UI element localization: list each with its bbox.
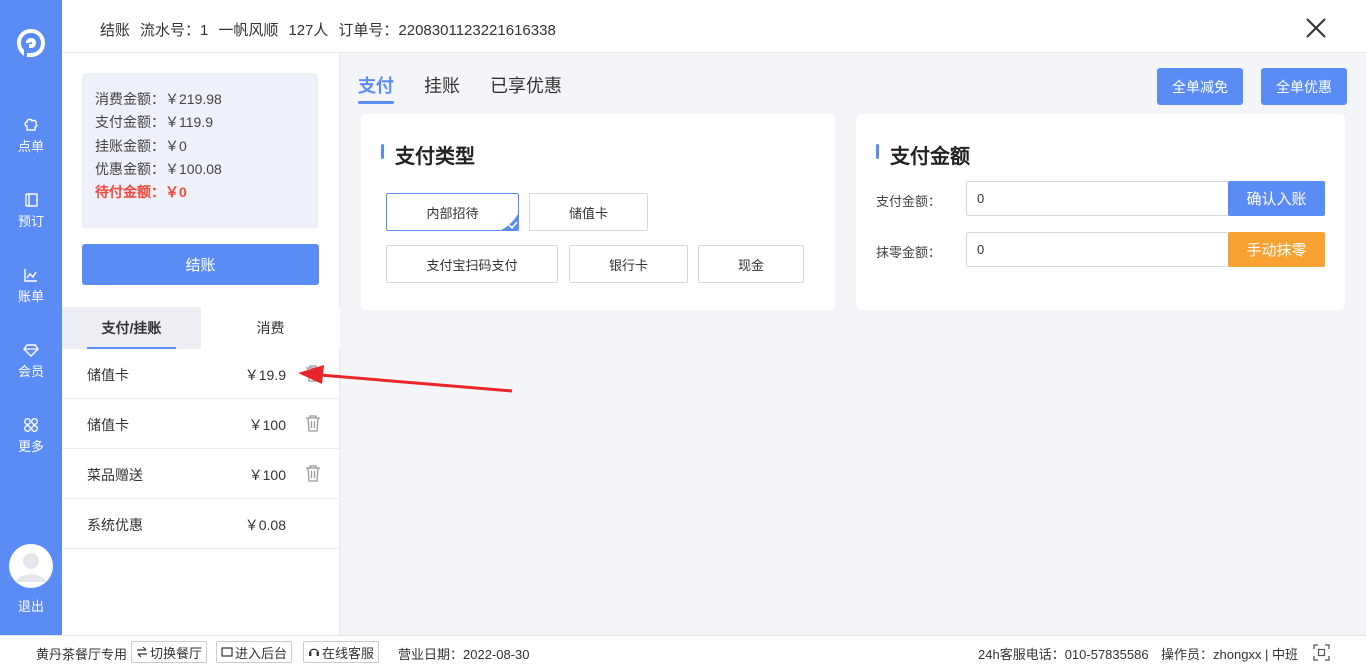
status-bar: 黄丹茶餐厅专用 切换餐厅 进入后台 在线客服 营业日期：2022-08-30 2… xyxy=(0,635,1366,667)
switch-restaurant-label: 切换餐厅 xyxy=(150,645,203,661)
payment-name: 菜品赠送 xyxy=(87,467,143,483)
fullscreen-icon[interactable] xyxy=(1313,644,1330,661)
book-icon xyxy=(25,193,38,207)
close-icon[interactable] xyxy=(1304,16,1328,40)
operator-info: 操作员：zhongxx | 中班 xyxy=(1161,647,1299,662)
checkout-button[interactable]: 结账 xyxy=(82,244,319,285)
table-name: 一帆风顺 xyxy=(218,22,279,39)
pay-option-label: 储值卡 xyxy=(568,205,608,221)
left-panel: 消费金额：￥219.98 支付金额：￥119.9 挂账金额：￥0 优惠金额：￥1… xyxy=(62,53,340,635)
due-amount: 待付金额：￥0 xyxy=(95,184,187,201)
top-bar: 结账 流水号：1 一帆风顺 127人 订单号：22083011232216163… xyxy=(62,0,1366,53)
online-service-label: 在线客服 xyxy=(322,645,375,661)
pay-option-label: 支付宝扫码支付 xyxy=(426,257,518,273)
chef-hat-icon xyxy=(24,118,38,131)
pay-option-alipay[interactable]: 支付宝扫码支付 xyxy=(386,245,558,283)
pay-option-internal[interactable]: 内部招待 xyxy=(386,193,519,231)
business-date: 营业日期：2022-08-30 xyxy=(398,647,530,662)
trash-icon[interactable] xyxy=(304,463,322,483)
confirm-entry-button[interactable]: 确认入账 xyxy=(1228,181,1325,216)
payment-name: 储值卡 xyxy=(87,417,129,433)
serial-number: 流水号：1 xyxy=(140,22,209,39)
swap-icon xyxy=(137,646,147,658)
tab-applied-discounts[interactable]: 已享优惠 xyxy=(490,72,562,104)
nav-label: 会员 xyxy=(17,364,44,379)
grid-icon xyxy=(24,418,38,432)
diamond-icon xyxy=(23,344,39,357)
order-number: 订单号：2208301123221616338 xyxy=(338,22,556,39)
payment-amount: ￥0.08 xyxy=(244,517,286,533)
amount-summary: 消费金额：￥219.98 支付金额：￥119.9 挂账金额：￥0 优惠金额：￥1… xyxy=(82,73,318,228)
dialog-title: 结账 xyxy=(100,22,131,39)
enter-backend-button[interactable]: 进入后台 xyxy=(216,641,293,663)
headset-icon xyxy=(309,648,319,656)
payment-type-title: 支付类型 xyxy=(381,140,475,169)
side-nav: 点单 预订 账单 会员 更多 退出 xyxy=(0,0,62,635)
check-corner-icon xyxy=(501,213,518,230)
order-info: 结账 流水号：1 一帆风顺 127人 订单号：22083011232216163… xyxy=(100,19,566,40)
payment-amount: ￥19.9 xyxy=(244,367,286,383)
payment-amount: ￥100 xyxy=(248,467,286,483)
logout-button[interactable]: 退出 xyxy=(0,596,62,615)
payment-amount-card: 支付金额 支付金额： 确认入账 抹零金额： 手动抹零 xyxy=(856,114,1345,310)
payment-amount-title: 支付金额 xyxy=(876,140,970,169)
enter-backend-label: 进入后台 xyxy=(235,645,288,661)
payment-name: 储值卡 xyxy=(87,367,129,383)
avatar[interactable] xyxy=(9,544,53,588)
amount-input[interactable] xyxy=(966,181,1229,216)
nav-item-more[interactable]: 更多 xyxy=(0,408,62,464)
pay-option-label: 现金 xyxy=(737,257,764,273)
amount-label: 支付金额： xyxy=(876,194,942,209)
nav-item-member[interactable]: 会员 xyxy=(0,333,62,389)
main-tabs: 支付 挂账 已享优惠 xyxy=(358,72,592,104)
consume-amount: 消费金额：￥219.98 xyxy=(95,91,222,107)
user-avatar-icon xyxy=(16,553,46,582)
tab-pay[interactable]: 支付 xyxy=(358,72,394,104)
payment-amount: ￥100 xyxy=(248,417,286,433)
nav-label: 预订 xyxy=(17,214,44,229)
payment-row: 菜品赠送 ￥100 xyxy=(62,449,340,499)
payment-name: 系统优惠 xyxy=(87,517,143,533)
trash-icon[interactable] xyxy=(304,413,322,433)
discount-amount: 优惠金额：￥100.08 xyxy=(95,160,222,177)
credit-amount: 挂账金额：￥0 xyxy=(95,137,187,154)
tab-credit[interactable]: 挂账 xyxy=(424,72,460,104)
app-logo-icon xyxy=(17,29,45,57)
nav-item-bill[interactable]: 账单 xyxy=(0,258,62,314)
pay-option-stored-card[interactable]: 储值卡 xyxy=(529,193,648,231)
nav-label: 账单 xyxy=(17,289,44,304)
pay-option-label: 银行卡 xyxy=(608,257,648,273)
payment-type-card: 支付类型 内部招待 储值卡 支付宝扫码支付 银行卡 现金 xyxy=(361,114,835,310)
hotline: 24h客服电话：010-57835586 xyxy=(978,647,1149,662)
nav-item-reserve[interactable]: 预订 xyxy=(0,183,62,239)
pay-option-bank-card[interactable]: 银行卡 xyxy=(569,245,688,283)
tab-consumption[interactable]: 消费 xyxy=(201,307,340,349)
manual-round-off-button[interactable]: 手动抹零 xyxy=(1228,232,1325,267)
chart-icon xyxy=(24,269,37,282)
round-off-label: 抹零金额： xyxy=(876,245,942,260)
nav-item-order[interactable]: 点单 xyxy=(0,108,62,164)
paid-amount: 支付金额：￥119.9 xyxy=(95,114,213,131)
nav-label: 更多 xyxy=(17,439,44,454)
online-service-button[interactable]: 在线客服 xyxy=(303,641,380,663)
store-name: 黄丹茶餐厅专用 xyxy=(36,647,128,662)
guest-count: 127人 xyxy=(288,22,329,39)
round-off-input[interactable] xyxy=(966,232,1229,267)
payment-row: 储值卡 ￥100 xyxy=(62,399,340,449)
annotation-arrow-icon xyxy=(298,365,513,393)
payment-row: 系统优惠 ￥0.08 xyxy=(62,499,340,549)
pay-option-cash[interactable]: 现金 xyxy=(698,245,804,283)
left-tabs: 支付/挂账 消费 xyxy=(62,307,340,349)
discount-all-button[interactable]: 全单优惠 xyxy=(1261,68,1347,105)
monitor-icon xyxy=(221,647,233,657)
switch-restaurant-button[interactable]: 切换餐厅 xyxy=(131,641,208,663)
nav-label: 点单 xyxy=(17,139,44,154)
pay-option-label: 内部招待 xyxy=(426,205,479,221)
tab-payment-credit[interactable]: 支付/挂账 xyxy=(62,307,201,349)
waive-all-button[interactable]: 全单减免 xyxy=(1157,68,1243,105)
